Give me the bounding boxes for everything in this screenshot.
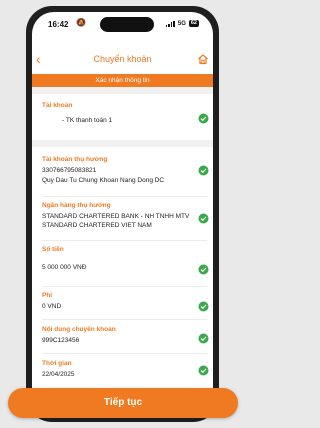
check-circle-icon: [198, 333, 209, 344]
page-title: Chuyển khoản: [93, 54, 152, 64]
status-time: 16:42: [48, 20, 69, 29]
field-label: Tài khoản thụ hưởng: [42, 156, 108, 163]
field-label: Thời gian: [42, 360, 72, 367]
fee-field: Phí 0 VND: [42, 292, 207, 311]
mute-bell-icon: 🔕: [76, 18, 86, 27]
field-value: - TK thanh toán 1: [62, 117, 113, 124]
status-bar: 16:42 🔕 5G 62: [32, 12, 213, 34]
check-circle-icon: [198, 301, 209, 312]
transfer-content-field: Nội dung chuyển khoản 999C123456: [42, 326, 207, 345]
divider: [42, 319, 207, 320]
field-value: 22/04/2025: [42, 371, 75, 378]
status-indicators: 5G 62: [165, 20, 199, 27]
source-account-field: Tài khoản - TK thanh toán 1: [42, 102, 207, 125]
check-circle-icon: [198, 113, 209, 124]
network-type: 5G: [177, 20, 186, 27]
battery-icon: 62: [188, 20, 199, 27]
beneficiary-account-field: Tài khoản thụ hưởng 330766795083821 Quy …: [42, 156, 207, 185]
field-value: 330766795083821: [42, 167, 97, 174]
field-value: STANDARD CHARTERED BANK - NH TNHH MTV ST…: [42, 213, 190, 229]
field-value: 999C123456: [42, 337, 80, 344]
field-label: Số tiền: [42, 246, 64, 253]
divider: [42, 240, 207, 241]
source-account-card: Tài khoản - TK thanh toán 1: [32, 94, 213, 140]
continue-button[interactable]: Tiếp tục: [8, 388, 238, 418]
divider: [42, 196, 207, 197]
section-gap: [32, 87, 213, 94]
check-circle-icon: [198, 165, 209, 176]
navigation-bar: ‹ Chuyển khoản: [32, 50, 213, 70]
section-gap: [32, 140, 213, 147]
field-value-secondary: Quy Dau Tu Chung Khoan Nang Dong DC: [42, 177, 165, 184]
field-label: Nội dung chuyển khoản: [42, 326, 116, 333]
time-field: Thời gian 22/04/2025: [42, 360, 207, 379]
beneficiary-details-card: Tài khoản thụ hưởng 330766795083821 Quy …: [32, 147, 213, 397]
field-label: Ngân hàng thụ hưởng: [42, 202, 111, 209]
home-icon[interactable]: [197, 53, 209, 65]
signal-icon: [165, 20, 175, 27]
check-circle-icon: [198, 365, 209, 376]
divider: [42, 353, 207, 354]
confirm-info-banner: Xác nhận thông tin: [32, 74, 213, 87]
check-circle-icon: [198, 213, 209, 224]
field-value: 0 VND: [42, 303, 62, 310]
dynamic-island: [100, 17, 154, 32]
app-screen: 16:42 🔕 5G 62 ‹ Chuyển khoản Xác nhận th…: [32, 12, 213, 416]
divider: [42, 286, 207, 287]
amount-field: Số tiền 5 000 000 VNĐ: [42, 246, 207, 272]
beneficiary-bank-field: Ngân hàng thụ hưởng STANDARD CHARTERED B…: [42, 202, 207, 230]
field-label: Phí: [42, 292, 53, 299]
check-circle-icon: [198, 264, 209, 275]
field-label: Tài khoản: [42, 102, 73, 109]
field-value: 5 000 000 VNĐ: [42, 264, 87, 271]
